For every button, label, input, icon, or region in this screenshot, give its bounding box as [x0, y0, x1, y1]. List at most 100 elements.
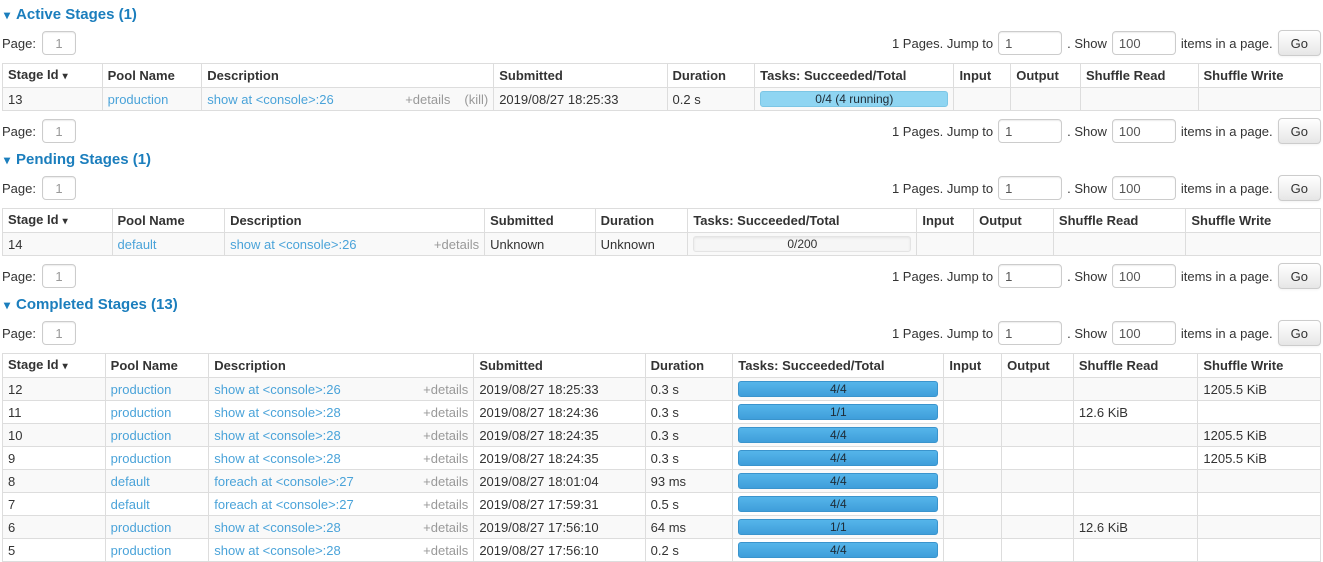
column-header-duration[interactable]: Duration	[595, 209, 688, 233]
column-header-tasks[interactable]: Tasks: Succeeded/Total	[733, 354, 944, 378]
description-link[interactable]: show at <console>:28	[214, 543, 340, 558]
column-header-output[interactable]: Output	[1011, 64, 1081, 88]
description-link[interactable]: show at <console>:28	[214, 428, 340, 443]
description-link[interactable]: foreach at <console>:27	[214, 474, 354, 489]
jump-to-input[interactable]	[998, 321, 1062, 345]
pool-name-link[interactable]: production	[111, 520, 172, 535]
pool-name-cell: production	[105, 424, 209, 447]
pool-name-link[interactable]: production	[111, 451, 172, 466]
pool-name-link[interactable]: production	[111, 428, 172, 443]
stage-id-value: 14	[8, 237, 22, 252]
column-header-label: Description	[207, 68, 279, 83]
shuffle-write-cell	[1198, 539, 1321, 562]
show-items-input[interactable]	[1112, 321, 1176, 345]
pool-name-link[interactable]: default	[111, 497, 150, 512]
jump-to-input[interactable]	[998, 31, 1062, 55]
column-header-shuffle_write[interactable]: Shuffle Write	[1198, 64, 1320, 88]
tasks-cell: 4/4	[733, 470, 944, 493]
column-header-pool[interactable]: Pool Name	[102, 64, 202, 88]
pool-name-link[interactable]: production	[111, 405, 172, 420]
page-number-input[interactable]	[42, 264, 76, 288]
column-header-tasks[interactable]: Tasks: Succeeded/Total	[755, 64, 954, 88]
column-header-shuffle_read[interactable]: Shuffle Read	[1053, 209, 1185, 233]
duration-value: 64 ms	[651, 520, 686, 535]
show-items-input[interactable]	[1112, 264, 1176, 288]
column-header-duration[interactable]: Duration	[645, 354, 733, 378]
show-items-input[interactable]	[1112, 176, 1176, 200]
details-toggle[interactable]: +details	[434, 237, 479, 252]
description-link[interactable]: show at <console>:26	[230, 237, 356, 252]
column-header-description[interactable]: Description	[209, 354, 474, 378]
shuffle-write-cell	[1198, 470, 1321, 493]
pool-name-cell: production	[105, 516, 209, 539]
pool-name-link[interactable]: production	[108, 92, 169, 107]
column-header-output[interactable]: Output	[974, 209, 1054, 233]
go-button[interactable]: Go	[1278, 320, 1321, 346]
pagination-row: Page:1 Pages. Jump to. Showitems in a pa…	[2, 320, 1321, 346]
go-button[interactable]: Go	[1278, 263, 1321, 289]
column-header-submitted[interactable]: Submitted	[485, 209, 596, 233]
column-header-shuffle_write[interactable]: Shuffle Write	[1198, 354, 1321, 378]
go-button[interactable]: Go	[1278, 30, 1321, 56]
column-header-pool[interactable]: Pool Name	[105, 354, 209, 378]
column-header-input[interactable]: Input	[917, 209, 974, 233]
column-header-pool[interactable]: Pool Name	[112, 209, 225, 233]
sort-descending-icon: ▾	[63, 361, 68, 372]
section-heading-completed[interactable]: ▾Completed Stages (13)	[4, 296, 1319, 313]
details-toggle[interactable]: +details	[405, 92, 450, 107]
pool-name-link[interactable]: production	[111, 543, 172, 558]
description-link[interactable]: show at <console>:26	[214, 382, 340, 397]
kill-link[interactable]: (kill)	[464, 92, 488, 107]
column-header-stage_id[interactable]: Stage Id▾	[3, 209, 113, 233]
pool-name-link[interactable]: default	[118, 237, 157, 252]
column-header-tasks[interactable]: Tasks: Succeeded/Total	[688, 209, 917, 233]
column-header-duration[interactable]: Duration	[667, 64, 755, 88]
pool-name-link[interactable]: production	[111, 382, 172, 397]
jump-to-input[interactable]	[998, 264, 1062, 288]
column-header-shuffle_write[interactable]: Shuffle Write	[1186, 209, 1321, 233]
column-header-label: Shuffle Write	[1204, 68, 1284, 83]
details-toggle[interactable]: +details	[423, 382, 468, 397]
page-number-input[interactable]	[42, 119, 76, 143]
column-header-submitted[interactable]: Submitted	[494, 64, 667, 88]
description-link[interactable]: show at <console>:26	[207, 92, 333, 107]
details-toggle[interactable]: +details	[423, 428, 468, 443]
section-heading-pending[interactable]: ▾Pending Stages (1)	[4, 151, 1319, 168]
column-header-input[interactable]: Input	[944, 354, 1002, 378]
column-header-description[interactable]: Description	[202, 64, 494, 88]
section-heading-active[interactable]: ▾Active Stages (1)	[4, 6, 1319, 23]
page-number-input[interactable]	[42, 31, 76, 55]
show-items-input[interactable]	[1112, 31, 1176, 55]
page-number-input[interactable]	[42, 176, 76, 200]
stages-page: ▾Active Stages (1) Page:1 Pages. Jump to.…	[2, 6, 1321, 562]
details-toggle[interactable]: +details	[423, 405, 468, 420]
jump-to-input[interactable]	[998, 176, 1062, 200]
column-header-stage_id[interactable]: Stage Id▾	[3, 354, 106, 378]
description-link[interactable]: foreach at <console>:27	[214, 497, 354, 512]
column-header-submitted[interactable]: Submitted	[474, 354, 645, 378]
column-header-stage_id[interactable]: Stage Id▾	[3, 64, 103, 88]
description-link[interactable]: show at <console>:28	[214, 451, 340, 466]
jump-to-input[interactable]	[998, 119, 1062, 143]
column-header-description[interactable]: Description	[225, 209, 485, 233]
column-header-shuffle_read[interactable]: Shuffle Read	[1073, 354, 1198, 378]
description-link[interactable]: show at <console>:28	[214, 405, 340, 420]
pool-name-link[interactable]: default	[111, 474, 150, 489]
details-toggle[interactable]: +details	[423, 474, 468, 489]
column-header-label: Pool Name	[118, 213, 185, 228]
details-toggle[interactable]: +details	[423, 543, 468, 558]
details-toggle[interactable]: +details	[423, 451, 468, 466]
column-header-label: Output	[1016, 68, 1059, 83]
column-header-shuffle_read[interactable]: Shuffle Read	[1080, 64, 1198, 88]
pages-count-text: 1 Pages. Jump to	[892, 181, 993, 196]
go-button[interactable]: Go	[1278, 175, 1321, 201]
description-link[interactable]: show at <console>:28	[214, 520, 340, 535]
page-label: Page:	[2, 181, 36, 196]
column-header-output[interactable]: Output	[1002, 354, 1074, 378]
go-button[interactable]: Go	[1278, 118, 1321, 144]
column-header-input[interactable]: Input	[954, 64, 1011, 88]
details-toggle[interactable]: +details	[423, 497, 468, 512]
show-items-input[interactable]	[1112, 119, 1176, 143]
details-toggle[interactable]: +details	[423, 520, 468, 535]
page-number-input[interactable]	[42, 321, 76, 345]
